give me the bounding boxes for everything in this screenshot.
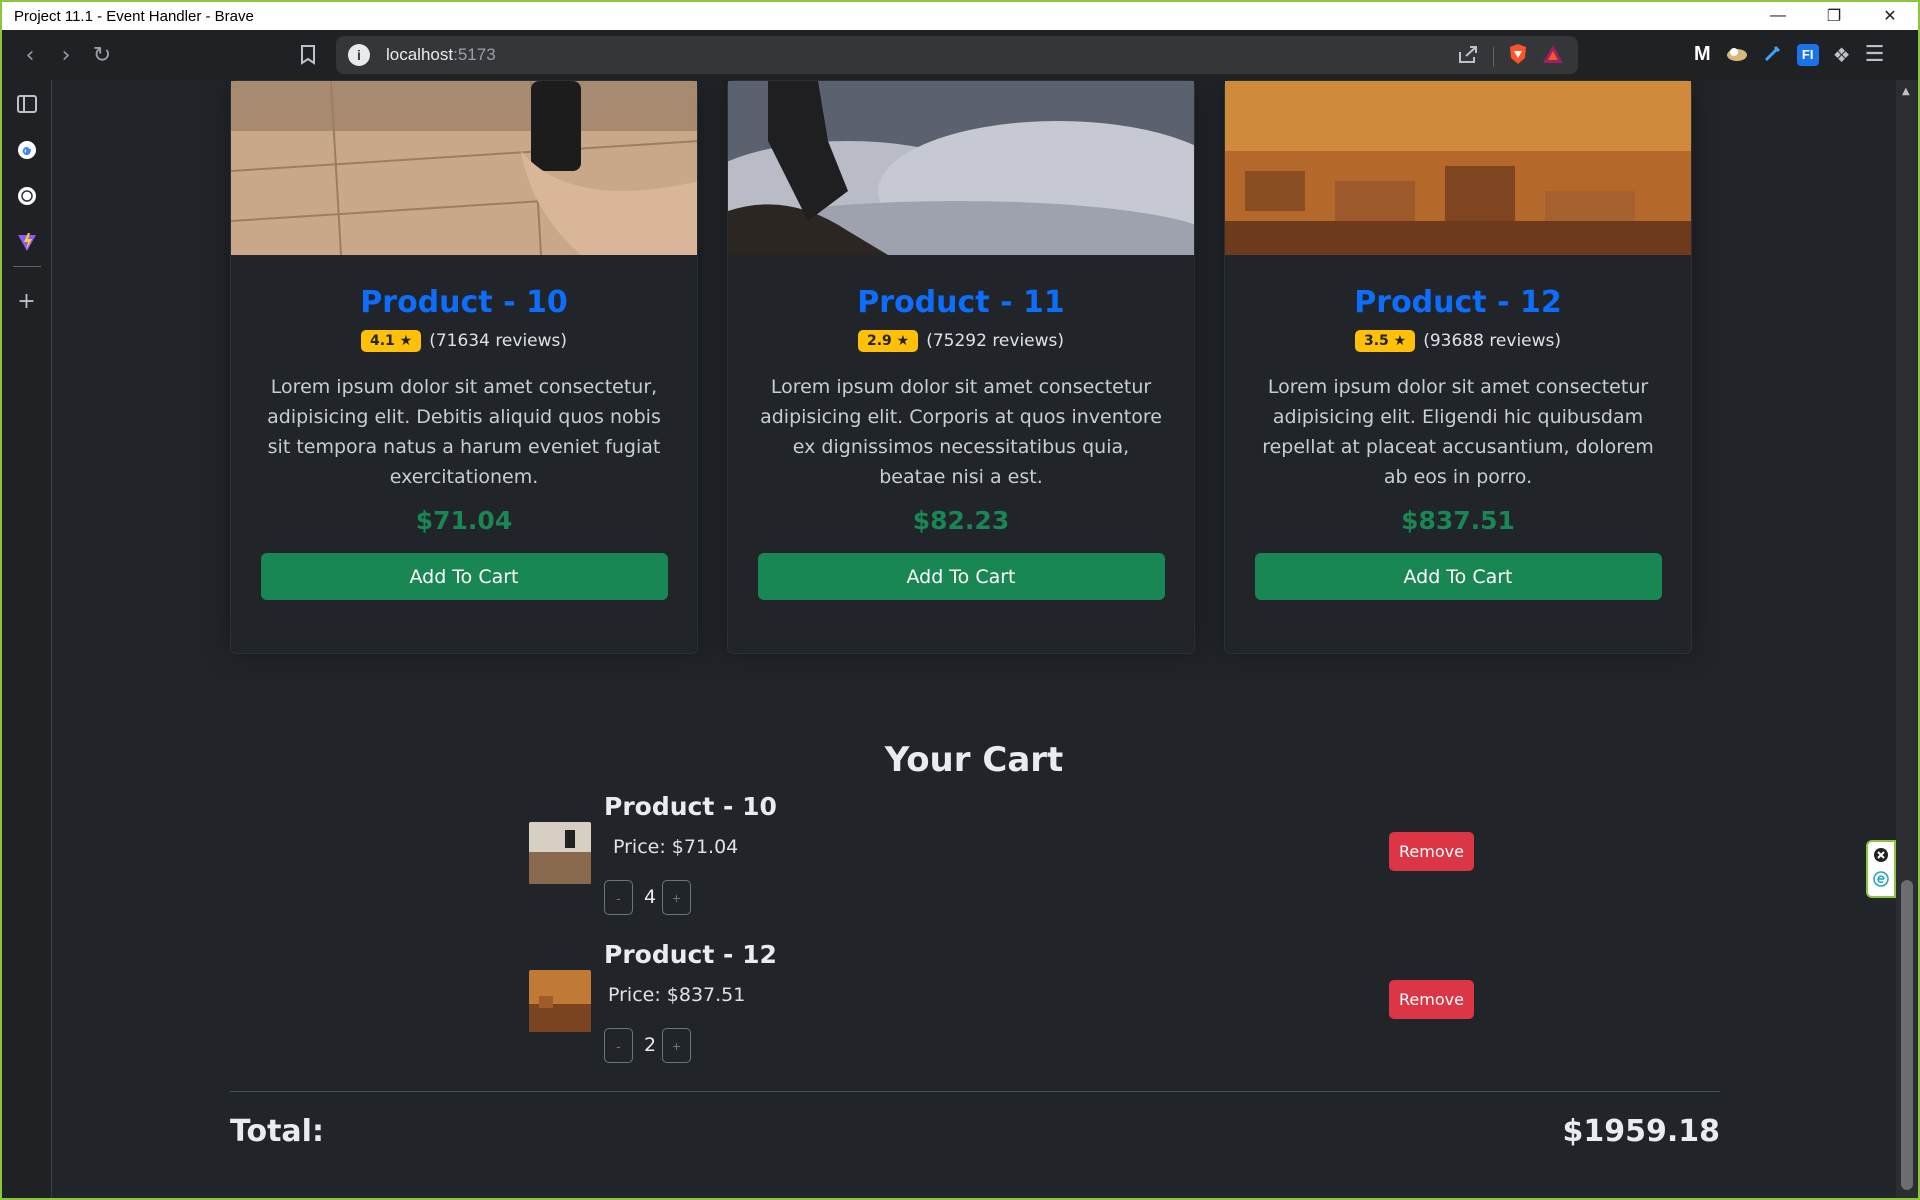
cart-item: Product - 12 Price: $837.51 - 2 + Remove: [529, 940, 1479, 1080]
menu-icon[interactable]: ☰: [1865, 42, 1885, 67]
extension-cloud-icon[interactable]: [1725, 43, 1749, 67]
scroll-up-icon[interactable]: ▲: [1902, 86, 1910, 97]
brave-rewards-icon[interactable]: [1542, 44, 1564, 69]
product-card: Product - 11 2.9 ★ (75292 reviews) Lorem…: [727, 80, 1195, 654]
product-card: Product - 12 3.5 ★ (93688 reviews) Lorem…: [1224, 80, 1692, 654]
window-title: Project 11.1 - Event Handler - Brave: [14, 7, 254, 25]
product-image: [231, 81, 697, 255]
cart-item-price: Price: $837.51: [608, 984, 746, 1006]
add-icon[interactable]: +: [15, 289, 39, 314]
back-icon[interactable]: ‹: [12, 37, 48, 73]
minimize-icon[interactable]: —: [1750, 2, 1806, 30]
product-description: Lorem ipsum dolor sit amet consectetur a…: [1262, 376, 1654, 488]
rating-badge: 2.9 ★: [857, 330, 919, 352]
cart-item-thumbnail: [529, 822, 591, 884]
total-label: Total:: [230, 1114, 324, 1149]
extension-fi-icon[interactable]: FI: [1796, 43, 1819, 66]
extension-eyedropper-icon[interactable]: [1763, 43, 1783, 67]
sidebar-divider: [12, 266, 41, 267]
sidebar-toggle-icon[interactable]: [15, 92, 39, 116]
product-price: $71.04: [415, 506, 513, 535]
brave-shields-icon[interactable]: [1508, 43, 1528, 70]
product-price: $82.23: [912, 506, 1010, 535]
product-description: Lorem ipsum dolor sit amet consectetur, …: [267, 376, 661, 488]
restore-icon[interactable]: ❐: [1806, 2, 1862, 30]
quantity-value: 4: [644, 886, 657, 908]
increase-quantity-button[interactable]: +: [662, 1028, 691, 1063]
quantity-value: 2: [644, 1034, 657, 1056]
rating-badge: 3.5 ★: [1354, 330, 1416, 352]
rating-row: 3.5 ★ (93688 reviews): [1225, 330, 1691, 352]
extension-m-icon[interactable]: M: [1694, 43, 1711, 66]
decrease-quantity-button[interactable]: -: [604, 880, 633, 915]
decrease-quantity-button[interactable]: -: [604, 1028, 633, 1063]
product-image: [728, 81, 1194, 255]
product-price: $837.51: [1401, 506, 1515, 535]
cart-title: Your Cart: [884, 740, 1064, 780]
close-icon[interactable]: ✕: [1862, 2, 1918, 30]
cart-item: Product - 10 Price: $71.04 - 4 + Remove: [529, 792, 1479, 932]
page-content: Product - 10 4.1 ★ (71634 reviews) Lorem…: [52, 80, 1896, 1200]
increase-quantity-button[interactable]: +: [662, 880, 691, 915]
scrollbar-thumb[interactable]: [1901, 880, 1913, 1190]
product-title[interactable]: Product - 12: [1225, 285, 1691, 320]
review-count: (75292 reviews): [926, 331, 1065, 351]
add-to-cart-button[interactable]: Add To Cart: [260, 553, 668, 600]
floating-extension-widget[interactable]: [1866, 840, 1896, 898]
window-titlebar: Project 11.1 - Event Handler - Brave — ❐…: [0, 0, 1920, 30]
cart-item-price: Price: $71.04: [613, 836, 739, 858]
review-count: (93688 reviews): [1423, 331, 1562, 351]
remove-button[interactable]: Remove: [1389, 832, 1474, 871]
product-title[interactable]: Product - 10: [231, 285, 697, 320]
cart-item-name: Product - 12: [604, 940, 777, 969]
add-to-cart-button[interactable]: Add To Cart: [1254, 553, 1662, 600]
rating-badge: 4.1 ★: [360, 330, 422, 352]
rating-row: 2.9 ★ (75292 reviews): [728, 330, 1194, 352]
browser-sidebar: +: [0, 80, 52, 1200]
product-description: Lorem ipsum dolor sit amet consectetur a…: [760, 376, 1162, 488]
separator: [1493, 46, 1494, 67]
product-image: [1225, 81, 1691, 255]
widget-e-icon[interactable]: [1873, 871, 1889, 891]
url-host: localhost: [386, 45, 454, 64]
browser-toolbar: ‹ › ↻ i localhost:5173 M FI ❖ ☰: [0, 30, 1920, 80]
total-divider: [230, 1091, 1720, 1092]
extensions-puzzle-icon[interactable]: ❖: [1833, 43, 1851, 67]
site-info-icon[interactable]: i: [348, 44, 370, 66]
vite-icon[interactable]: [15, 230, 39, 254]
google-icon[interactable]: [15, 138, 39, 162]
widget-close-icon[interactable]: [1873, 847, 1889, 867]
forward-icon[interactable]: ›: [48, 37, 84, 73]
address-bar[interactable]: i localhost:5173: [336, 36, 1578, 74]
cart-item-name: Product - 10: [604, 792, 777, 821]
url-port: :5173: [453, 45, 496, 64]
share-icon[interactable]: [1457, 44, 1479, 69]
product-title[interactable]: Product - 11: [728, 285, 1194, 320]
review-count: (71634 reviews): [429, 331, 568, 351]
rating-row: 4.1 ★ (71634 reviews): [231, 330, 697, 352]
add-to-cart-button[interactable]: Add To Cart: [757, 553, 1165, 600]
cart-item-thumbnail: [529, 970, 591, 1032]
total-value: $1959.18: [1562, 1114, 1720, 1149]
remove-button[interactable]: Remove: [1389, 980, 1474, 1019]
product-card: Product - 10 4.1 ★ (71634 reviews) Lorem…: [230, 80, 698, 654]
bookmark-icon[interactable]: [290, 37, 326, 73]
chatgpt-icon[interactable]: [15, 184, 39, 208]
page-scrollbar[interactable]: ▲: [1896, 80, 1918, 1200]
reload-icon[interactable]: ↻: [84, 37, 120, 73]
